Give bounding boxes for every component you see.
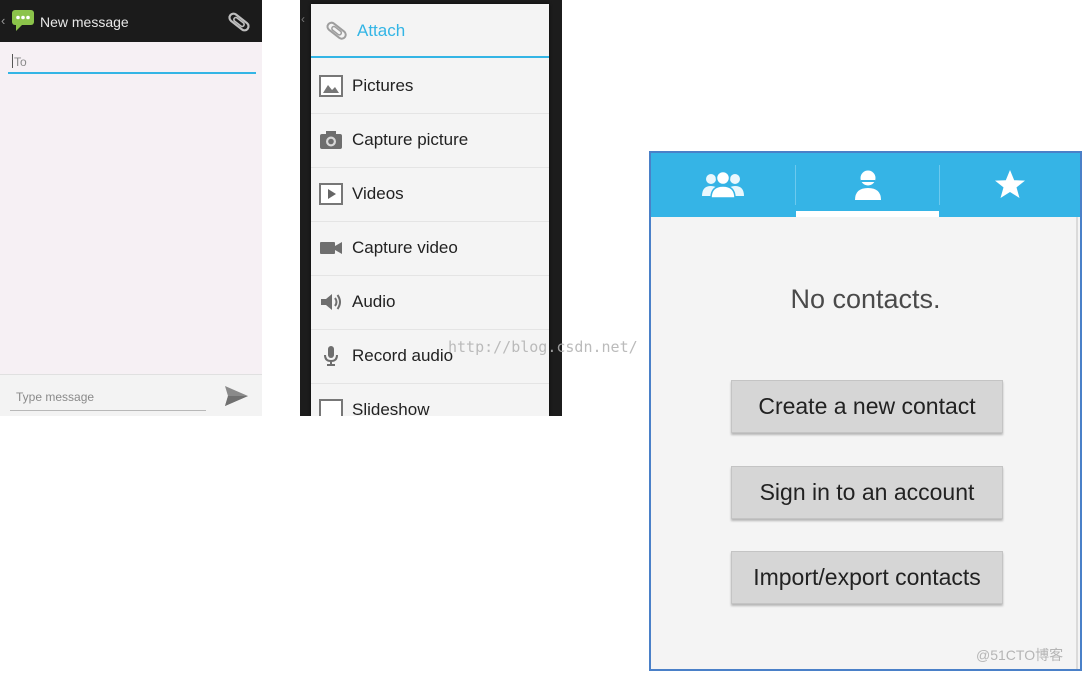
tab-favorites[interactable] xyxy=(940,153,1080,217)
create-contact-button[interactable]: Create a new contact xyxy=(731,380,1003,433)
tab-bar xyxy=(651,153,1080,217)
new-message-screen: ‹ New message To Type message xyxy=(0,0,262,416)
message-input[interactable]: Type message xyxy=(10,385,206,411)
send-icon[interactable] xyxy=(222,383,250,409)
menu-item-capture-video[interactable]: Capture video xyxy=(311,222,549,276)
menu-item-capture-picture[interactable]: Capture picture xyxy=(311,114,549,168)
contacts-screen: No contacts. Create a new contact Sign i… xyxy=(649,151,1082,671)
menu-item-label: Videos xyxy=(352,184,404,203)
menu-item-label: Record audio xyxy=(352,346,454,365)
page-title: New message xyxy=(40,14,129,30)
back-icon: ‹ xyxy=(301,12,305,26)
text-cursor xyxy=(12,54,13,68)
video-camera-icon xyxy=(320,242,342,254)
menu-item-label: Audio xyxy=(352,292,396,311)
menu-item-record-audio[interactable]: Record audio xyxy=(311,330,549,384)
paperclip-icon[interactable] xyxy=(226,10,252,34)
picture-icon xyxy=(319,75,343,97)
menu-item-label: Capture picture xyxy=(352,130,469,149)
message-app-icon[interactable] xyxy=(10,8,36,32)
tab-groups[interactable] xyxy=(651,153,795,217)
menu-item-audio[interactable]: Audio xyxy=(311,276,549,330)
attach-menu-title: Attach xyxy=(357,21,406,40)
microphone-icon xyxy=(324,346,338,366)
camera-icon xyxy=(320,131,342,149)
recipient-field[interactable]: To xyxy=(8,48,256,76)
paperclip-icon xyxy=(326,21,347,40)
scroll-edge xyxy=(1076,217,1078,669)
video-icon xyxy=(319,183,343,205)
tab-contacts[interactable] xyxy=(796,153,939,217)
menu-item-slideshow[interactable]: Slideshow xyxy=(311,384,549,416)
speaker-icon xyxy=(321,294,341,310)
attach-menu-header: Attach xyxy=(311,4,549,58)
selected-tab-indicator xyxy=(796,211,939,217)
menu-item-label: Pictures xyxy=(352,76,414,95)
sign-in-account-button[interactable]: Sign in to an account xyxy=(731,466,1003,519)
menu-item-label: Slideshow xyxy=(352,400,430,416)
star-icon xyxy=(995,170,1025,198)
recipient-underline xyxy=(8,72,256,74)
action-bar: ‹ New message xyxy=(0,0,262,42)
menu-item-videos[interactable]: Videos xyxy=(311,168,549,222)
import-export-contacts-button[interactable]: Import/export contacts xyxy=(731,551,1003,604)
compose-bar: Type message xyxy=(0,374,262,416)
to-placeholder: To xyxy=(14,55,27,69)
back-icon[interactable]: ‹ xyxy=(1,13,5,29)
groups-icon xyxy=(702,170,744,199)
menu-item-pictures[interactable]: Pictures xyxy=(311,60,549,114)
slideshow-icon xyxy=(319,399,343,416)
attach-menu: Attach Pictures Capture picture Videos C… xyxy=(311,4,549,416)
attach-dialog-screen: ‹ Attach Pictures Capture picture Videos… xyxy=(300,0,562,416)
empty-state-message: No contacts. xyxy=(790,284,941,314)
message-underline xyxy=(10,410,206,411)
menu-item-label: Capture video xyxy=(352,238,458,257)
person-icon xyxy=(855,170,881,200)
header-divider xyxy=(311,56,549,58)
message-placeholder: Type message xyxy=(16,390,95,404)
credit-watermark: @51CTO博客 xyxy=(976,647,1064,663)
